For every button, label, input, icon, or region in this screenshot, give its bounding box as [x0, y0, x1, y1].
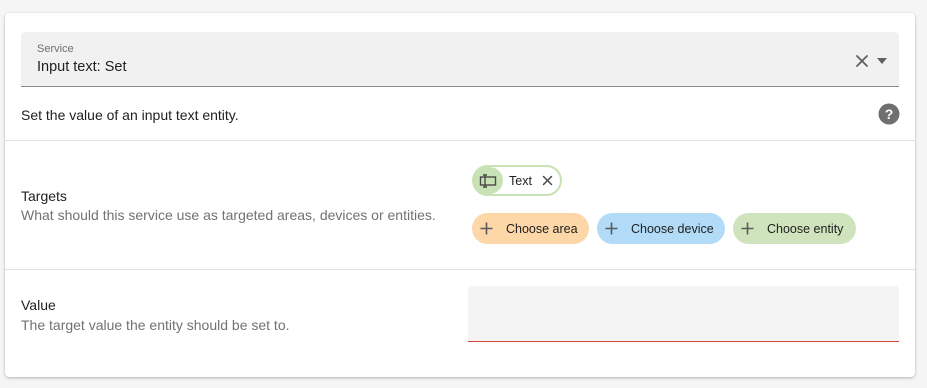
value-input[interactable]: [468, 286, 899, 342]
svg-text:?: ?: [885, 106, 894, 122]
form-textbox-icon: [473, 167, 503, 194]
help-circle-icon[interactable]: ?: [878, 103, 900, 125]
selected-entity-label: Text: [509, 173, 532, 188]
service-value: Input text: Set: [37, 59, 127, 75]
service-description: Set the value of an input text entity.: [21, 107, 239, 123]
service-control-card: Service Input text: Set Set the value of…: [5, 13, 915, 377]
choose-device-button[interactable]: Choose device: [597, 213, 725, 244]
close-icon[interactable]: [542, 175, 553, 186]
choose-entity-button[interactable]: Choose entity: [733, 213, 856, 244]
targets-title: Targets: [21, 188, 67, 204]
service-select[interactable]: Service Input text: Set: [21, 32, 899, 87]
plus-icon: [605, 222, 618, 235]
divider: [5, 140, 915, 141]
value-title: Value: [21, 297, 56, 313]
plus-icon: [741, 222, 754, 235]
close-icon[interactable]: [855, 54, 869, 68]
targets-subtitle: What should this service use as targeted…: [21, 207, 436, 223]
service-label: Service: [37, 43, 74, 55]
choose-area-label: Choose area: [506, 221, 578, 236]
value-subtitle: The target value the entity should be se…: [21, 317, 290, 333]
selected-entity-chip[interactable]: Text: [472, 165, 562, 196]
menu-down-icon[interactable]: [876, 57, 888, 65]
choose-entity-label: Choose entity: [767, 221, 844, 236]
plus-icon: [480, 222, 493, 235]
choose-area-button[interactable]: Choose area: [472, 213, 589, 244]
divider: [5, 269, 915, 270]
choose-device-label: Choose device: [631, 221, 714, 236]
